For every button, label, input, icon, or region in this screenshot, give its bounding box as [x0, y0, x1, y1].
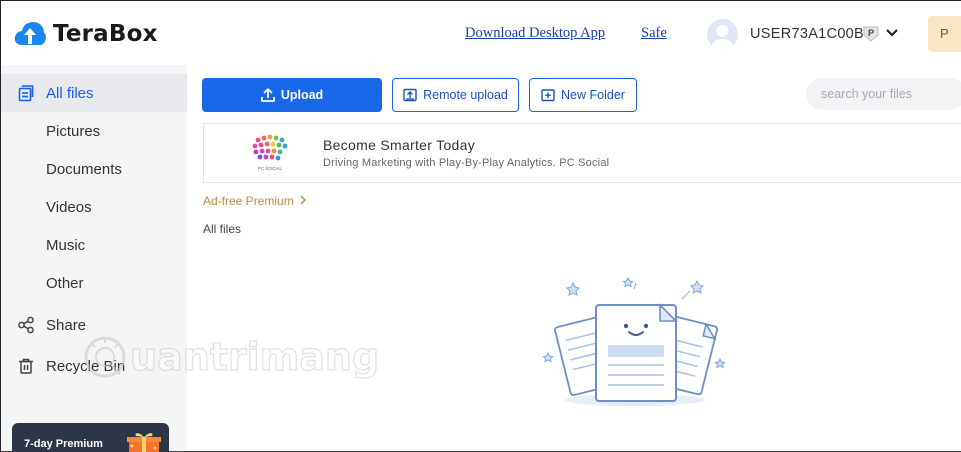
sidebar-item-documents[interactable]: Documents: [1, 150, 187, 188]
watermark: uantrimang: [82, 334, 380, 380]
remote-upload-label: Remote upload: [423, 88, 508, 102]
premium-tab[interactable]: P: [928, 16, 961, 52]
gift-icon: [127, 433, 161, 452]
new-folder-label: New Folder: [561, 88, 625, 102]
pc-social-caption: PC SOCIAL: [258, 166, 283, 171]
premium-badge-icon: P: [863, 26, 879, 42]
sidebar-item-videos[interactable]: Videos: [1, 188, 187, 226]
chevron-right-icon: [300, 195, 307, 205]
cloud-upload-icon: [14, 22, 46, 45]
breadcrumb: All files: [203, 222, 242, 236]
top-header: TeraBox Download Desktop App Safe USER73…: [1, 1, 961, 65]
upload-icon: [260, 88, 275, 102]
premium-promo-card[interactable]: 7-day Premium: [12, 423, 169, 452]
share-icon: [18, 316, 34, 334]
sidebar-item-label: Other: [46, 274, 84, 292]
user-avatar-icon: [711, 25, 734, 50]
sidebar-item-label: Pictures: [46, 122, 101, 140]
ad-subtitle: Driving Marketing with Play-By-Play Anal…: [323, 157, 610, 169]
sidebar-item-other[interactable]: Other: [1, 264, 187, 302]
chevron-down-icon[interactable]: [885, 26, 899, 40]
sidebar-item-label: Documents: [46, 160, 122, 178]
badge-letter: P: [868, 28, 874, 38]
sidebar: All files Pictures Documents Videos Musi…: [1, 65, 187, 452]
watermark-logo-icon: [84, 336, 126, 378]
upload-label: Upload: [280, 88, 324, 102]
remote-upload-button[interactable]: Remote upload: [392, 78, 519, 112]
new-folder-icon: [541, 89, 555, 102]
username[interactable]: USER73A1C00B: [750, 26, 864, 42]
sidebar-item-all-files[interactable]: All files: [1, 74, 187, 112]
sidebar-item-music[interactable]: Music: [1, 226, 187, 264]
remote-upload-icon: [403, 88, 417, 102]
empty-folder-illustration: [542, 276, 726, 406]
search-input[interactable]: [806, 78, 961, 110]
sidebar-item-label: Music: [46, 236, 86, 254]
promo-label: 7-day Premium: [24, 438, 103, 450]
download-desktop-app-link[interactable]: Download Desktop App: [465, 25, 605, 42]
sidebar-item-label: Videos: [46, 198, 92, 216]
avatar[interactable]: [707, 19, 738, 50]
sidebar-item-pictures[interactable]: Pictures: [1, 112, 187, 150]
watermark-text: uantrimang: [129, 334, 380, 379]
safe-link[interactable]: Safe: [641, 25, 667, 42]
new-folder-button[interactable]: New Folder: [529, 78, 637, 112]
pc-social-logo-icon: PC SOCIAL: [252, 134, 288, 171]
trash-icon: [19, 358, 33, 374]
sidebar-item-label: All files: [46, 84, 94, 102]
upload-button[interactable]: Upload: [202, 78, 382, 112]
files-icon: [18, 85, 34, 102]
sidebar-item-label: Share: [46, 316, 87, 334]
terabox-logo[interactable]: TeraBox: [13, 19, 158, 49]
brand-name: TeraBox: [53, 21, 158, 47]
ad-free-premium-label: Ad-free Premium: [203, 194, 294, 208]
ad-free-premium-link[interactable]: Ad-free Premium: [203, 194, 307, 208]
ad-banner[interactable]: PC SOCIAL Become Smarter Today Driving M…: [203, 123, 961, 183]
ad-title: Become Smarter Today: [323, 137, 476, 153]
